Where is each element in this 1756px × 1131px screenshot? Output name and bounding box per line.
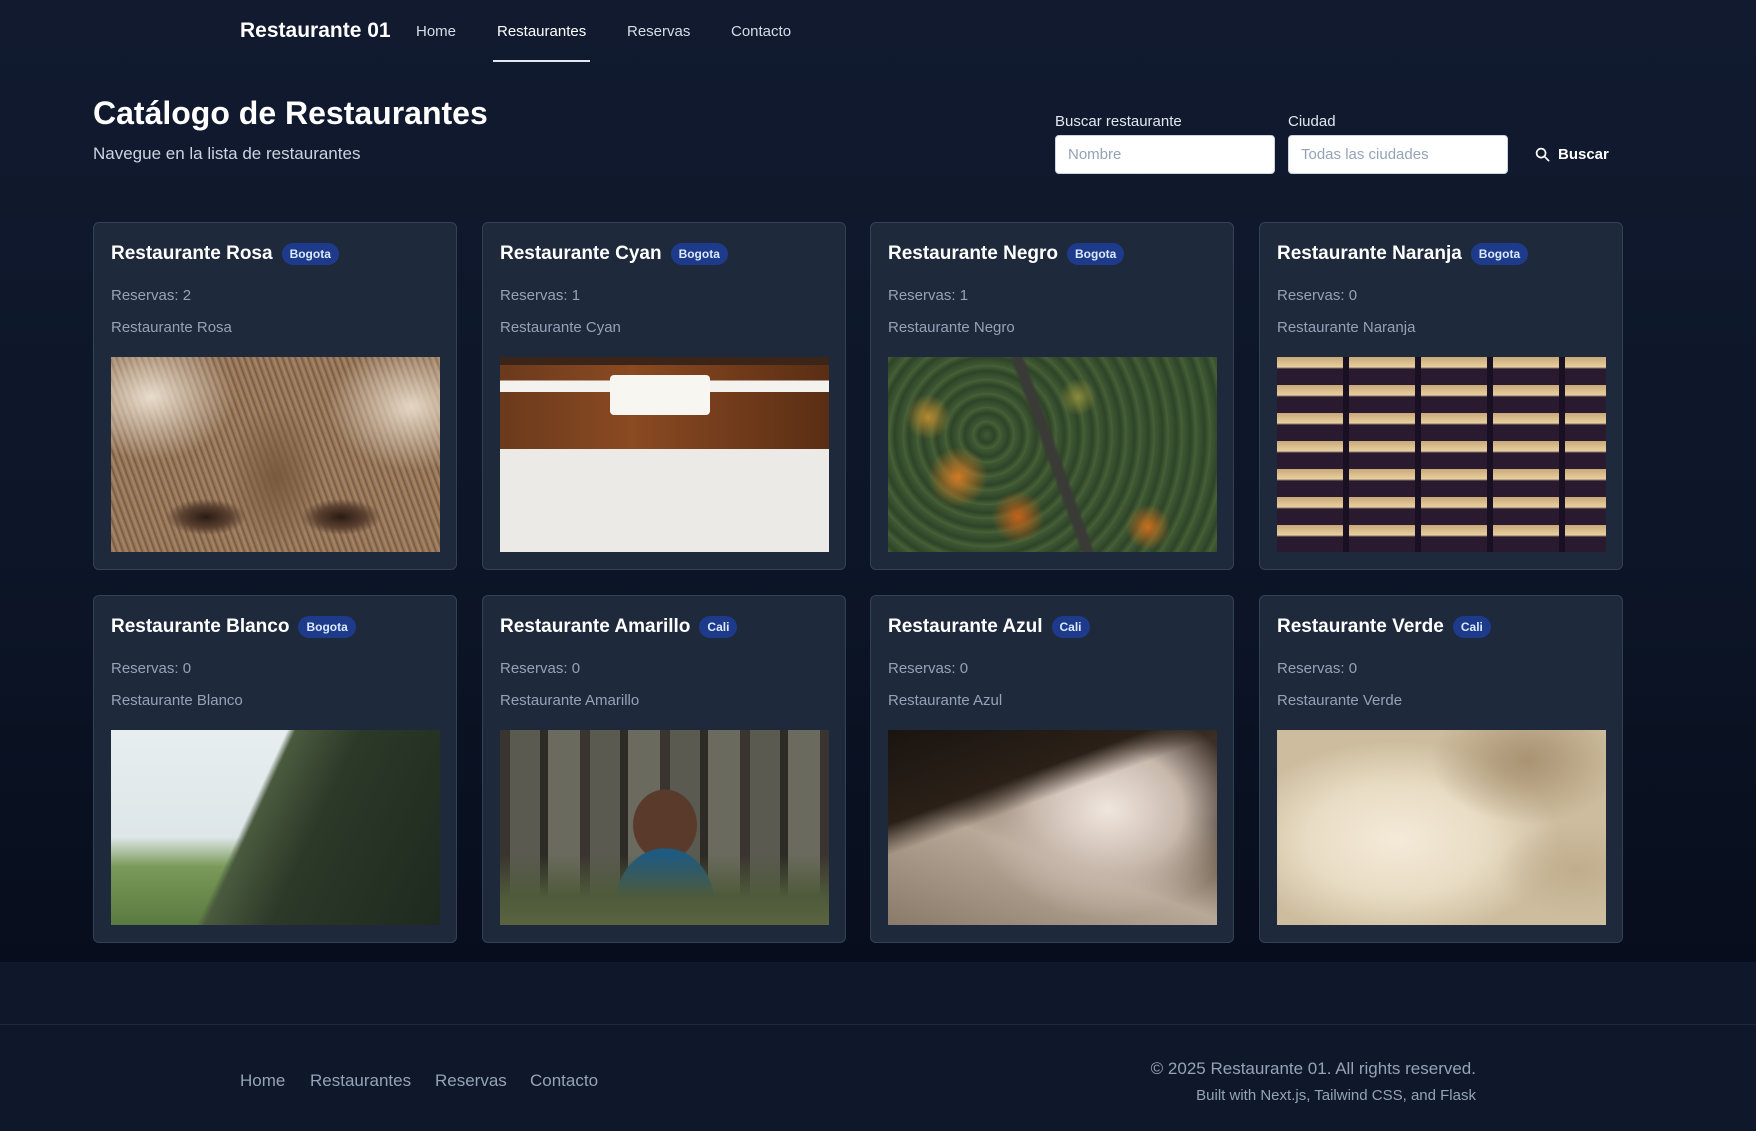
city-badge: Cali	[1452, 616, 1491, 638]
city-input[interactable]	[1288, 135, 1508, 174]
page-footer: Home Restaurantes Reservas Contacto © 20…	[0, 962, 1756, 1131]
city-badge: Cali	[699, 616, 738, 638]
footer-divider	[0, 1024, 1756, 1025]
restaurant-image[interactable]	[1277, 357, 1606, 552]
restaurant-card-blanco[interactable]: Restaurante Blanco Bogota Reservas: 0 Re…	[93, 595, 457, 943]
reservation-count: Reservas: 0	[500, 660, 581, 677]
restaurant-card-negro[interactable]: Restaurante Negro Bogota Reservas: 1 Res…	[870, 222, 1234, 570]
reservation-count: Reservas: 1	[500, 287, 581, 304]
restaurant-card-verde[interactable]: Restaurante Verde Cali Reservas: 0 Resta…	[1259, 595, 1623, 943]
city-label: Ciudad	[1288, 113, 1336, 130]
restaurant-description: Restaurante Azul	[888, 692, 1003, 709]
city-badge: Cali	[1051, 616, 1090, 638]
restaurant-name[interactable]: Restaurante Rosa	[111, 243, 273, 265]
city-badge: Bogota	[298, 616, 356, 638]
restaurant-description: Restaurante Verde	[1277, 692, 1403, 709]
reservation-count: Reservas: 0	[111, 660, 192, 677]
restaurant-name[interactable]: Restaurante Verde	[1277, 616, 1444, 638]
restaurant-description: Restaurante Blanco	[111, 692, 243, 709]
search-name-label: Buscar restaurante	[1055, 113, 1182, 130]
search-name-input[interactable]	[1055, 135, 1275, 174]
restaurant-name[interactable]: Restaurante Azul	[888, 616, 1043, 638]
footer-copyright: © 2025 Restaurante 01. All rights reserv…	[1150, 1059, 1476, 1078]
city-badge: Bogota	[1470, 243, 1529, 265]
city-badge: Bogota	[670, 243, 728, 265]
main-area: Restaurante 01 Home Restaurantes Reserva…	[0, 0, 1756, 962]
search-button-label: Buscar	[1558, 146, 1609, 163]
reservation-count: Reservas: 0	[1277, 660, 1358, 677]
search-button[interactable]: Buscar	[1523, 135, 1623, 174]
active-nav-indicator	[493, 60, 590, 62]
restaurant-image[interactable]	[500, 357, 829, 552]
restaurant-image[interactable]	[500, 730, 829, 925]
search-icon	[1535, 147, 1550, 162]
restaurant-image[interactable]	[111, 730, 440, 925]
restaurant-description: Restaurante Amarillo	[500, 692, 640, 709]
page-title: Catálogo de Restaurantes	[93, 95, 488, 131]
restaurant-name[interactable]: Restaurante Naranja	[1277, 243, 1462, 265]
restaurant-card-rosa[interactable]: Restaurante Rosa Bogota Reservas: 2 Rest…	[93, 222, 457, 570]
footer-link-reservas[interactable]: Reservas	[435, 1071, 507, 1091]
city-badge: Bogota	[281, 243, 339, 265]
nav-link-contacto[interactable]: Contacto	[731, 23, 791, 40]
footer-built-with: Built with Next.js, Tailwind CSS, and Fl…	[1196, 1087, 1476, 1104]
restaurant-name[interactable]: Restaurante Amarillo	[500, 616, 690, 638]
restaurant-description: Restaurante Cyan	[500, 319, 621, 336]
page-subtitle: Navegue en la lista de restaurantes	[93, 144, 361, 163]
restaurant-description: Restaurante Rosa	[111, 319, 232, 336]
reservation-count: Reservas: 1	[888, 287, 969, 304]
footer-link-contacto[interactable]: Contacto	[530, 1071, 598, 1091]
restaurant-image[interactable]	[1277, 730, 1606, 925]
restaurant-card-cyan[interactable]: Restaurante Cyan Bogota Reservas: 1 Rest…	[482, 222, 846, 570]
restaurant-image[interactable]	[888, 357, 1217, 552]
brand-logo-text[interactable]: Restaurante 01	[240, 19, 391, 43]
restaurant-name[interactable]: Restaurante Negro	[888, 243, 1058, 265]
restaurant-card-amarillo[interactable]: Restaurante Amarillo Cali Reservas: 0 Re…	[482, 595, 846, 943]
restaurant-description: Restaurante Negro	[888, 319, 1015, 336]
reservation-count: Reservas: 2	[111, 287, 192, 304]
restaurant-card-naranja[interactable]: Restaurante Naranja Bogota Reservas: 0 R…	[1259, 222, 1623, 570]
top-navbar: Restaurante 01 Home Restaurantes Reserva…	[0, 0, 1756, 64]
restaurant-name[interactable]: Restaurante Blanco	[111, 616, 289, 638]
restaurant-image[interactable]	[111, 357, 440, 552]
nav-link-restaurantes[interactable]: Restaurantes	[497, 23, 586, 40]
reservation-count: Reservas: 0	[888, 660, 969, 677]
restaurant-image[interactable]	[888, 730, 1217, 925]
nav-link-home[interactable]: Home	[416, 23, 456, 40]
nav-link-reservas[interactable]: Reservas	[627, 23, 690, 40]
footer-link-restaurantes[interactable]: Restaurantes	[310, 1071, 411, 1091]
restaurant-description: Restaurante Naranja	[1277, 319, 1416, 336]
restaurant-name[interactable]: Restaurante Cyan	[500, 243, 662, 265]
footer-link-home[interactable]: Home	[240, 1071, 285, 1091]
city-badge: Bogota	[1067, 243, 1125, 265]
restaurant-card-azul[interactable]: Restaurante Azul Cali Reservas: 0 Restau…	[870, 595, 1234, 943]
reservation-count: Reservas: 0	[1277, 287, 1358, 304]
